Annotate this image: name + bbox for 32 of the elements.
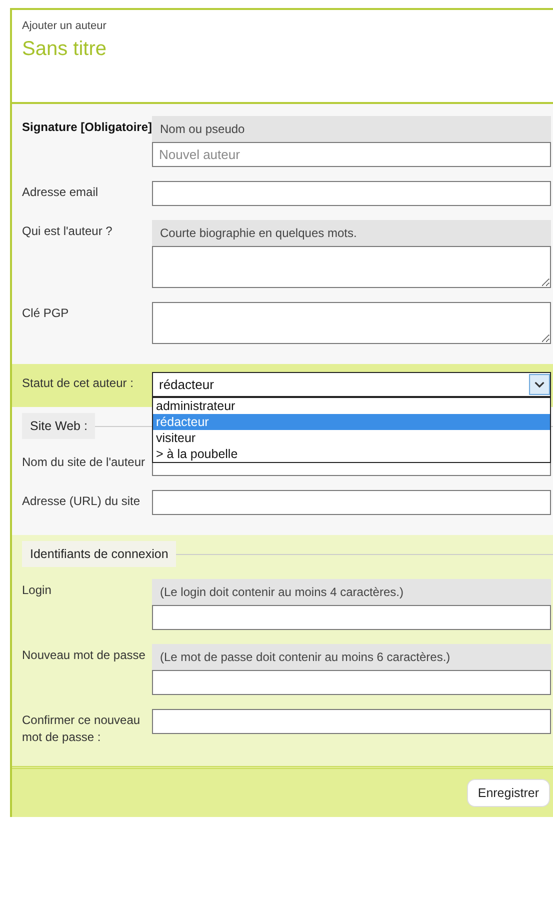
page-title: Sans titre: [22, 38, 108, 61]
input-field[interactable]: [152, 709, 551, 734]
field-label: Nom du site de l'auteur: [22, 454, 146, 471]
dropdown-option[interactable]: visiteur: [153, 430, 550, 446]
field-label: Qui est l'auteur ?: [22, 223, 114, 240]
fieldset-legend: Identifiants de connexion: [22, 541, 176, 567]
field-label: Statut de cet auteur :: [22, 375, 134, 392]
page-subtitle: Ajouter un auteur: [22, 20, 108, 32]
input-field[interactable]: [152, 490, 551, 515]
save-button[interactable]: Enregistrer: [466, 779, 550, 807]
field-hint: Nom ou pseudo: [152, 116, 551, 142]
field-hint: (Le mot de passe doit contenir au moins 6 caractères.): [152, 644, 551, 670]
field-label: Adresse (URL) du site: [22, 493, 142, 510]
field-label: Adresse email: [22, 184, 100, 201]
fieldset-legend: Site Web :: [22, 413, 96, 439]
input-field[interactable]: [152, 181, 551, 206]
chevron-down-icon[interactable]: [529, 374, 550, 395]
field-label: Login: [22, 582, 52, 599]
field-hint: (Le login doit contenir au moins 4 caractères.): [152, 579, 551, 605]
field-label: Signature [Obligatoire]: [22, 119, 152, 136]
dropdown-option[interactable]: > à la poubelle: [153, 446, 550, 462]
input-field[interactable]: [152, 605, 551, 630]
dropdown-option[interactable]: administrateur: [153, 398, 550, 414]
field-label: Confirmer ce nouveau mot de passe :: [22, 712, 142, 746]
input-field[interactable]: Nouvel auteur: [152, 142, 551, 167]
field-label: Clé PGP: [22, 305, 70, 322]
status-select[interactable]: rédacteur: [152, 372, 551, 397]
text-area[interactable]: [152, 246, 551, 288]
input-field[interactable]: [152, 670, 551, 695]
field-hint: Courte biographie en quelques mots.: [152, 220, 551, 246]
text-area[interactable]: [152, 302, 551, 344]
field-label: Nouveau mot de passe: [22, 647, 146, 664]
